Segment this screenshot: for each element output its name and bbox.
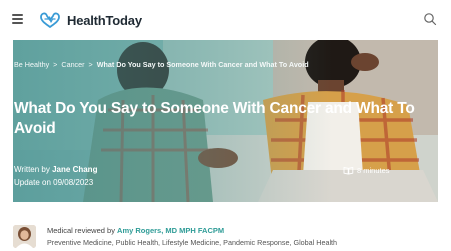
reviewer-name-link[interactable]: Amy Rogers, MD MPH FACPM	[117, 226, 224, 235]
reviewer-photo	[13, 225, 36, 248]
hero-banner: Be Healthy > Cancer > What Do You Say to Som…	[13, 40, 438, 202]
breadcrumb: Be Healthy > Cancer > What Do You Say to Som…	[14, 60, 309, 69]
healthtoday-logo-icon	[40, 12, 60, 28]
top-navigation-bar: HealthToday	[0, 0, 451, 40]
breadcrumb-item-current: What Do You Say to Someone With Cancer a…	[96, 60, 309, 69]
reviewed-by-prefix: Medical reviewed by	[47, 226, 115, 235]
breadcrumb-separator: >	[88, 60, 93, 69]
site-logo[interactable]: HealthToday	[38, 9, 142, 31]
read-time-text: 8 minutes	[357, 166, 390, 175]
reviewer-specialties: Preventive Medicine, Public Health, Life…	[47, 238, 338, 247]
reviewer-avatar[interactable]	[13, 225, 36, 248]
breadcrumb-separator: >	[53, 60, 58, 69]
breadcrumb-item-cancer[interactable]: Cancer	[61, 60, 84, 69]
hamburger-menu-icon[interactable]	[12, 14, 23, 24]
medical-review-section: Medical reviewed by Amy Rogers, MD MPH F…	[13, 225, 438, 251]
read-time: 8 minutes	[343, 166, 390, 175]
reviewed-by-line: Medical reviewed by Amy Rogers, MD MPH F…	[47, 226, 224, 235]
article-byline: Written by Jane Chang	[14, 165, 97, 174]
byline-prefix: Written by	[14, 165, 50, 174]
article-title: What Do You Say to Someone With Cancer a…	[14, 100, 415, 137]
book-icon	[343, 167, 354, 175]
author-link[interactable]: Jane Chang	[52, 165, 97, 174]
logo-text: HealthToday	[67, 12, 142, 28]
search-icon[interactable]	[423, 12, 437, 26]
update-date: Update on 09/08/2023	[14, 178, 94, 187]
breadcrumb-item-be-healthy[interactable]: Be Healthy	[14, 60, 49, 69]
